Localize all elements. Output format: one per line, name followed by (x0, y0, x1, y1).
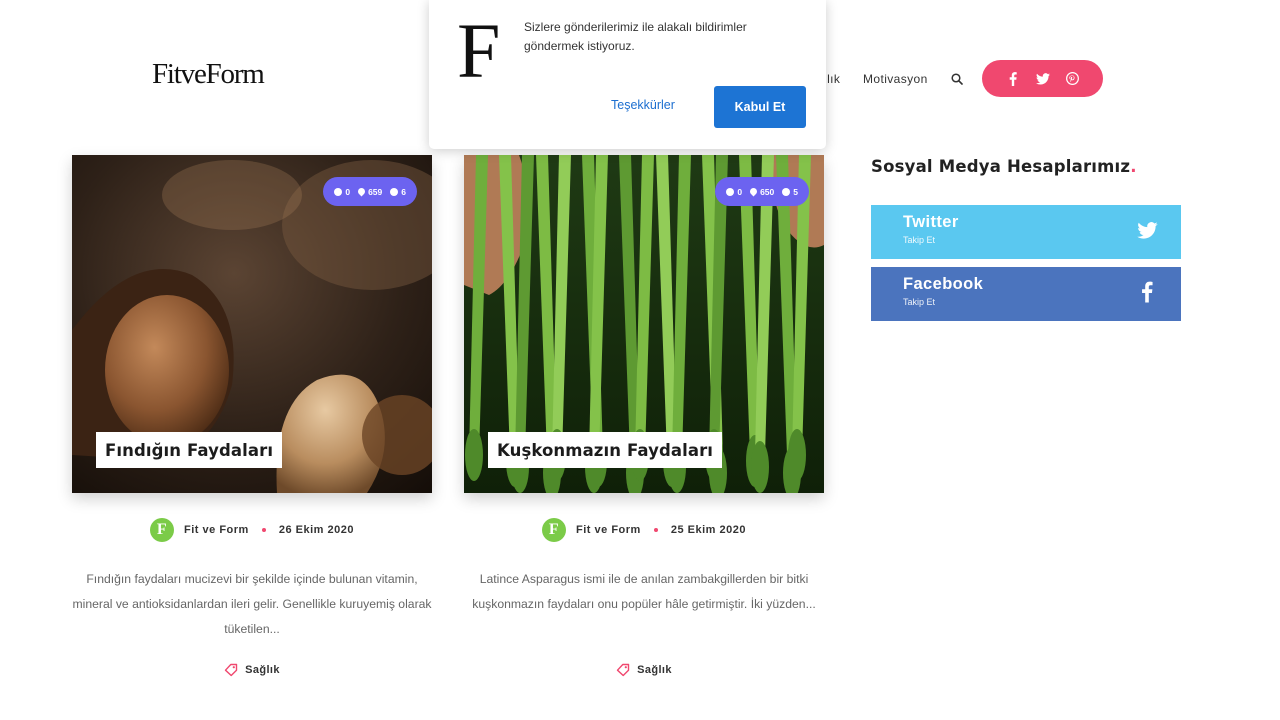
site-logo[interactable]: FitveForm (152, 58, 265, 91)
facebook-icon (1135, 280, 1159, 304)
popup-message: Sizlere gönderilerimiz ile alakalı bildi… (524, 20, 747, 53)
comment-icon (726, 187, 735, 196)
social-name: Facebook (903, 275, 984, 293)
tag-icon (616, 663, 630, 677)
view-count: 659 (356, 186, 382, 197)
post-image-hazelnut[interactable]: 0 659 6 Fındığın Faydaları (72, 155, 432, 493)
header-social-links (982, 60, 1103, 97)
post-title[interactable]: Fındığın Faydaları (96, 432, 283, 468)
twitter-follow-box[interactable]: Twitter Takip Et (871, 205, 1181, 259)
twitter-icon[interactable] (1035, 72, 1050, 85)
post-date: 26 Ekim 2020 (278, 524, 354, 536)
author-avatar[interactable]: F (542, 518, 567, 542)
category-label[interactable]: Sağlık (245, 664, 280, 676)
view-count: 650 (748, 186, 774, 197)
comment-count: 0 (334, 187, 350, 197)
twitter-icon (1135, 218, 1159, 242)
drop-icon (748, 186, 759, 197)
read-time: 5 (782, 187, 798, 197)
meta-separator (653, 528, 658, 532)
sidebar-title: Sosyal Medya Hesaplarımız. (871, 157, 1137, 176)
post-card[interactable]: 0 650 5 Kuşkonmazın Faydaları F Fit ve F… (464, 155, 824, 677)
post-excerpt: Latince Asparagus ismi ile de anılan zam… (472, 572, 816, 611)
post-stats-badge: 0 659 6 (323, 177, 417, 206)
post-stats-badge: 0 650 5 (715, 177, 809, 206)
social-action: Takip Et (903, 297, 936, 307)
post-meta: F Fit ve Form 26 Ekim 2020 (72, 518, 432, 542)
post-excerpt: Fındığın faydaları mucizevi bir şekilde … (72, 572, 432, 636)
search-icon[interactable] (951, 73, 963, 85)
author-name[interactable]: Fit ve Form (576, 524, 641, 536)
post-date: 25 Ekim 2020 (670, 524, 746, 536)
social-action: Takip Et (903, 235, 936, 245)
nav-item-motivasyon[interactable]: Motivasyon (863, 72, 928, 86)
post-image-asparagus[interactable]: 0 650 5 Kuşkonmazın Faydaları (464, 155, 824, 493)
accept-button[interactable]: Kabul Et (714, 86, 806, 128)
notification-permission-popup: F Sizlere gönderilerimiz ile alakalı bil… (429, 0, 826, 149)
post-title[interactable]: Kuşkonmazın Faydaları (488, 432, 723, 468)
comment-count: 0 (726, 187, 742, 197)
comment-icon (334, 187, 343, 196)
title-accent-dot: . (1130, 157, 1137, 176)
post-meta: F Fit ve Form 25 Ekim 2020 (464, 518, 824, 542)
post-category[interactable]: Sağlık (464, 663, 824, 677)
pinterest-icon[interactable] (1066, 72, 1080, 85)
asparagus-tip (751, 441, 769, 493)
post-card[interactable]: 0 659 6 Fındığın Faydaları F Fit ve Form… (72, 155, 432, 677)
social-name: Twitter (903, 213, 959, 231)
author-avatar[interactable]: F (150, 518, 175, 542)
clock-icon (390, 187, 399, 196)
meta-separator (261, 528, 266, 532)
decline-button[interactable]: Teşekkürler (611, 98, 675, 112)
clock-icon (782, 187, 791, 196)
facebook-icon[interactable] (1006, 71, 1020, 86)
tag-icon (224, 663, 238, 677)
asparagus-tip (788, 429, 806, 481)
facebook-follow-box[interactable]: Facebook Takip Et (871, 267, 1181, 321)
popup-logo: F (457, 7, 501, 94)
post-category[interactable]: Sağlık (72, 663, 432, 677)
asparagus-tip (465, 429, 483, 481)
author-name[interactable]: Fit ve Form (184, 524, 249, 536)
read-time: 6 (390, 187, 406, 197)
category-label[interactable]: Sağlık (637, 664, 672, 676)
drop-icon (356, 186, 367, 197)
